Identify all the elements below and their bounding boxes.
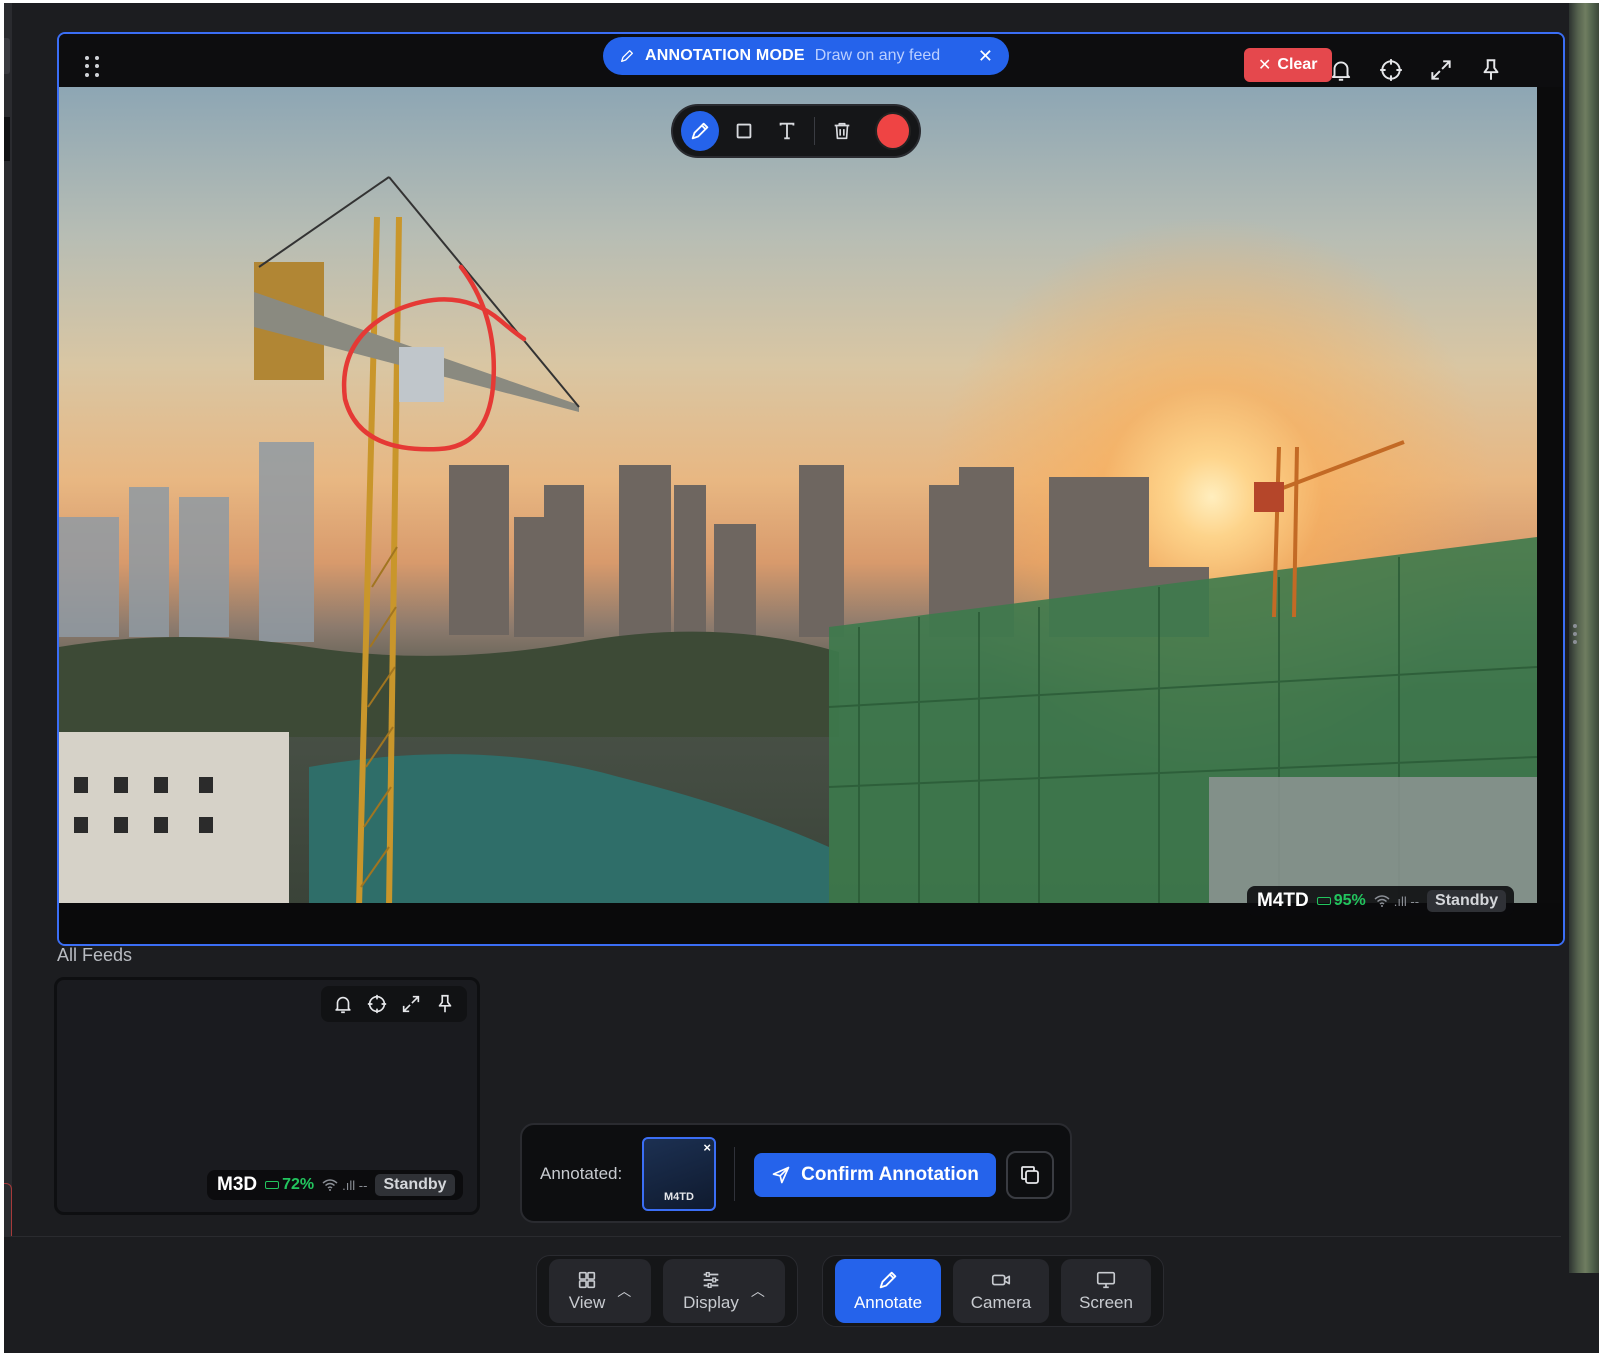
confirm-annotation-button[interactable]: Confirm Annotation <box>754 1153 996 1197</box>
annotation-mode-hint: Draw on any feed <box>814 47 941 64</box>
signal-bars: .ıll -- <box>1393 893 1420 909</box>
close-icon[interactable]: ✕ <box>978 46 993 67</box>
pencil-icon <box>879 1271 897 1289</box>
chevron-up-icon[interactable]: ︿ <box>751 1281 765 1301</box>
bottom-dock: View ︿ Display ︿ Annotate Camera Screen <box>4 1236 1561 1353</box>
confirm-annotation-label: Confirm Annotation <box>801 1164 979 1185</box>
rectangle-tool-button[interactable] <box>725 111 763 151</box>
wifi-icon <box>1374 895 1390 907</box>
resize-handle-icon[interactable] <box>1569 620 1581 660</box>
rectangle-icon <box>736 123 751 139</box>
bell-icon[interactable] <box>329 990 357 1018</box>
battery-status: 95% <box>1316 892 1366 910</box>
camera-button[interactable]: Camera <box>953 1259 1049 1323</box>
screen-button[interactable]: Screen <box>1061 1259 1151 1323</box>
annotated-feed-thumbnail[interactable]: × M4TD <box>642 1137 716 1211</box>
remove-thumbnail-icon[interactable]: × <box>703 1140 711 1155</box>
camera-name: M3D <box>217 1174 258 1195</box>
pen-icon <box>691 122 709 140</box>
annotate-button[interactable]: Annotate <box>835 1259 941 1323</box>
annotated-label: Annotated: <box>540 1164 623 1183</box>
chevron-up-icon[interactable]: ︿ <box>617 1281 631 1301</box>
camera-name: M4TD <box>1257 890 1309 911</box>
screen-label: Screen <box>1079 1293 1133 1312</box>
camera-label: Camera <box>970 1293 1032 1312</box>
close-icon: ✕ <box>1258 57 1272 74</box>
text-tool-button[interactable] <box>769 111 807 151</box>
feed-card-controls <box>321 986 467 1022</box>
signal-bars: .ıll -- <box>342 1177 368 1193</box>
display-button[interactable]: Display ︿ <box>663 1259 785 1323</box>
battery-icon <box>265 1181 280 1189</box>
app-window: M4TD 95% .ıll -- Standby ANNOTATION MODE… <box>4 3 1599 1353</box>
delete-tool-button[interactable] <box>823 111 861 151</box>
clear-annotations-button[interactable]: ✕ Clear <box>1244 48 1332 82</box>
text-icon <box>780 122 795 140</box>
video-camera-icon <box>991 1274 1011 1286</box>
toolbar-divider <box>814 117 816 145</box>
display-label: Display <box>683 1293 739 1312</box>
sidebar-tab[interactable] <box>4 38 10 74</box>
monitor-icon <box>1096 1271 1116 1289</box>
main-feed-status: M4TD 95% .ıll -- Standby <box>1247 886 1515 916</box>
copy-button[interactable] <box>1006 1151 1054 1199</box>
right-background-edge <box>1569 3 1599 1273</box>
annotate-label: Annotate <box>853 1293 923 1312</box>
pin-icon[interactable] <box>1475 54 1507 86</box>
copy-icon <box>1021 1166 1039 1184</box>
left-sidebar-edge <box>4 3 12 1273</box>
sidebar-tab-active[interactable] <box>4 117 10 161</box>
feed-card-status: M3D 72% .ıll -- Standby <box>207 1170 463 1200</box>
battery-icon <box>1316 897 1331 905</box>
dock-group-layout: View ︿ Display ︿ <box>536 1255 798 1327</box>
feed-card-m3d[interactable]: M3D 72% .ıll -- Standby <box>54 977 480 1215</box>
pin-icon[interactable] <box>431 990 459 1018</box>
main-area: M4TD 95% .ıll -- Standby ANNOTATION MODE… <box>12 3 1569 1273</box>
annotation-mode-banner: ANNOTATION MODE Draw on any feed ✕ <box>603 37 1009 75</box>
bell-icon[interactable] <box>1325 54 1357 86</box>
color-picker-button[interactable] <box>874 112 912 150</box>
main-feed-controls <box>1325 54 1507 86</box>
battery-status: 72% <box>265 1176 314 1194</box>
thumbnail-camera-tag: M4TD <box>664 1191 694 1203</box>
camera-feed-image[interactable] <box>59 87 1537 907</box>
drag-handle-icon[interactable] <box>85 56 101 78</box>
expand-icon[interactable] <box>397 990 425 1018</box>
annotation-bar-divider <box>734 1147 735 1201</box>
trash-icon <box>834 122 850 140</box>
crosshair-icon[interactable] <box>1375 54 1407 86</box>
main-feed[interactable]: M4TD 95% .ıll -- Standby ANNOTATION MODE… <box>57 32 1565 946</box>
expand-icon[interactable] <box>1425 54 1457 86</box>
annotation-mode-label: ANNOTATION MODE <box>645 47 805 64</box>
pen-tool-button[interactable] <box>681 111 719 151</box>
annotation-confirm-bar: Annotated: × M4TD Confirm Annotation <box>520 1123 1072 1223</box>
wifi-icon <box>322 1179 338 1191</box>
signal-status: .ıll -- <box>1374 894 1419 909</box>
view-button[interactable]: View ︿ <box>549 1259 651 1323</box>
sliders-icon <box>703 1271 719 1289</box>
clear-label: Clear <box>1277 56 1318 73</box>
signal-status: .ıll -- <box>322 1178 367 1193</box>
status-badge: Standby <box>375 1174 455 1196</box>
crosshair-icon[interactable] <box>363 990 391 1018</box>
send-icon <box>772 1166 790 1184</box>
dock-group-actions: Annotate Camera Screen <box>822 1255 1164 1327</box>
construction-scene <box>59 176 1537 907</box>
pencil-icon <box>621 50 633 62</box>
battery-level: 95% <box>1333 892 1366 909</box>
drawing-toolbar <box>671 104 921 158</box>
all-feeds-heading: All Feeds <box>57 945 133 965</box>
grid-icon <box>578 1271 596 1289</box>
view-label: View <box>568 1293 606 1312</box>
battery-level: 72% <box>282 1176 315 1193</box>
status-badge: Standby <box>1427 890 1507 912</box>
